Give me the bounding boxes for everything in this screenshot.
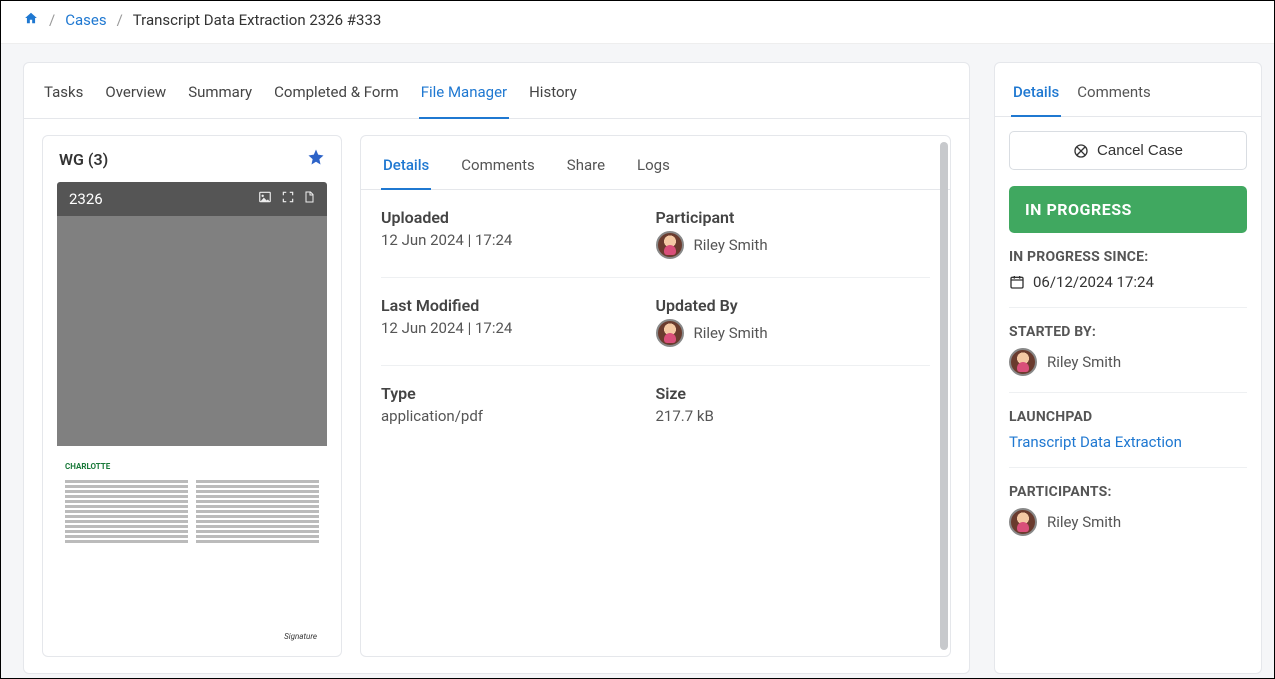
updated-by-name: Riley Smith <box>694 324 768 342</box>
pdf-filename: 2326 <box>69 190 103 208</box>
document-icon[interactable] <box>303 190 315 208</box>
tab-tasks[interactable]: Tasks <box>42 77 85 119</box>
started-by-name: Riley Smith <box>1047 353 1121 371</box>
participant-user: Riley Smith <box>656 231 931 259</box>
sub-tabs: Details Comments Share Logs <box>361 136 950 190</box>
side-tab-comments[interactable]: Comments <box>1075 77 1153 117</box>
file-preview-column: WG (3) 2326 <box>42 135 342 657</box>
side-panel: Details Comments Cancel Case IN PROGRESS… <box>994 62 1262 674</box>
participant-label: Participant <box>656 208 931 227</box>
calendar-icon <box>1009 274 1025 290</box>
details-column: Details Comments Share Logs Uploaded 12 … <box>360 135 951 657</box>
uploaded-value: 12 Jun 2024 | 17:24 <box>381 231 656 249</box>
main-tabs: Tasks Overview Summary Completed & Form … <box>24 63 969 119</box>
main-panel: Tasks Overview Summary Completed & Form … <box>23 62 970 674</box>
pdf-toolbar: 2326 <box>57 182 327 216</box>
sub-tab-details[interactable]: Details <box>381 150 431 190</box>
sub-tab-share[interactable]: Share <box>565 150 607 190</box>
fullscreen-icon[interactable] <box>281 190 295 208</box>
in-progress-since-value: 06/12/2024 17:24 <box>1033 273 1154 291</box>
in-progress-since-label: IN PROGRESS SINCE: <box>1009 249 1247 265</box>
section-started-by: STARTED BY: Riley Smith <box>1009 324 1247 393</box>
tab-summary[interactable]: Summary <box>186 77 254 119</box>
participants-name: Riley Smith <box>1047 513 1121 531</box>
cancel-case-button[interactable]: Cancel Case <box>1009 131 1247 170</box>
tab-file-manager[interactable]: File Manager <box>419 77 509 119</box>
image-icon[interactable] <box>257 190 273 208</box>
breadcrumb-cases[interactable]: Cases <box>65 11 106 29</box>
pdf-gray-area <box>57 216 327 446</box>
star-icon[interactable] <box>307 148 325 170</box>
cancel-label: Cancel Case <box>1097 142 1183 159</box>
section-in-progress-since: IN PROGRESS SINCE: 06/12/2024 17:24 <box>1009 249 1247 308</box>
launchpad-label: LAUNCHPAD <box>1009 409 1247 425</box>
size-value: 217.7 kB <box>656 407 931 425</box>
uploaded-label: Uploaded <box>381 208 656 227</box>
tab-overview[interactable]: Overview <box>103 77 168 119</box>
tab-completed-form[interactable]: Completed & Form <box>272 77 401 119</box>
cancel-icon <box>1073 143 1089 159</box>
detail-row-type-size: Type application/pdf Size 217.7 kB <box>381 366 930 443</box>
started-by-label: STARTED BY: <box>1009 324 1247 340</box>
avatar-icon <box>656 231 684 259</box>
updated-by-label: Updated By <box>656 296 931 315</box>
sub-tab-logs[interactable]: Logs <box>635 150 672 190</box>
updated-by-user: Riley Smith <box>656 319 931 347</box>
pdf-page-thumb: CHARLOTTE Signature <box>57 452 327 652</box>
status-badge: IN PROGRESS <box>1009 186 1247 233</box>
last-modified-label: Last Modified <box>381 296 656 315</box>
side-tab-details[interactable]: Details <box>1011 77 1061 117</box>
participants-label: PARTICIPANTS: <box>1009 484 1247 500</box>
size-label: Size <box>656 384 931 403</box>
type-label: Type <box>381 384 656 403</box>
detail-row-uploaded: Uploaded 12 Jun 2024 | 17:24 Participant… <box>381 190 930 278</box>
sub-tab-comments[interactable]: Comments <box>459 150 537 190</box>
last-modified-value: 12 Jun 2024 | 17:24 <box>381 319 656 337</box>
home-icon[interactable] <box>23 11 39 29</box>
avatar-icon <box>1009 348 1037 376</box>
breadcrumb-current: Transcript Data Extraction 2326 #333 <box>133 11 382 29</box>
breadcrumb-sep: / <box>117 11 123 29</box>
section-participants: PARTICIPANTS: Riley Smith <box>1009 484 1247 552</box>
side-tabs: Details Comments <box>995 63 1261 117</box>
section-launchpad: LAUNCHPAD Transcript Data Extraction <box>1009 409 1247 468</box>
detail-row-modified: Last Modified 12 Jun 2024 | 17:24 Update… <box>381 278 930 366</box>
file-col-title: WG (3) <box>59 150 108 169</box>
participant-name: Riley Smith <box>694 236 768 254</box>
breadcrumb-sep: / <box>49 11 55 29</box>
tab-history[interactable]: History <box>527 77 579 119</box>
launchpad-link[interactable]: Transcript Data Extraction <box>1009 433 1182 451</box>
avatar-icon <box>656 319 684 347</box>
avatar-icon <box>1009 508 1037 536</box>
type-value: application/pdf <box>381 407 656 425</box>
breadcrumb: / Cases / Transcript Data Extraction 232… <box>1 1 1274 44</box>
pdf-preview[interactable]: 2326 CHARLOTTE <box>43 182 341 656</box>
